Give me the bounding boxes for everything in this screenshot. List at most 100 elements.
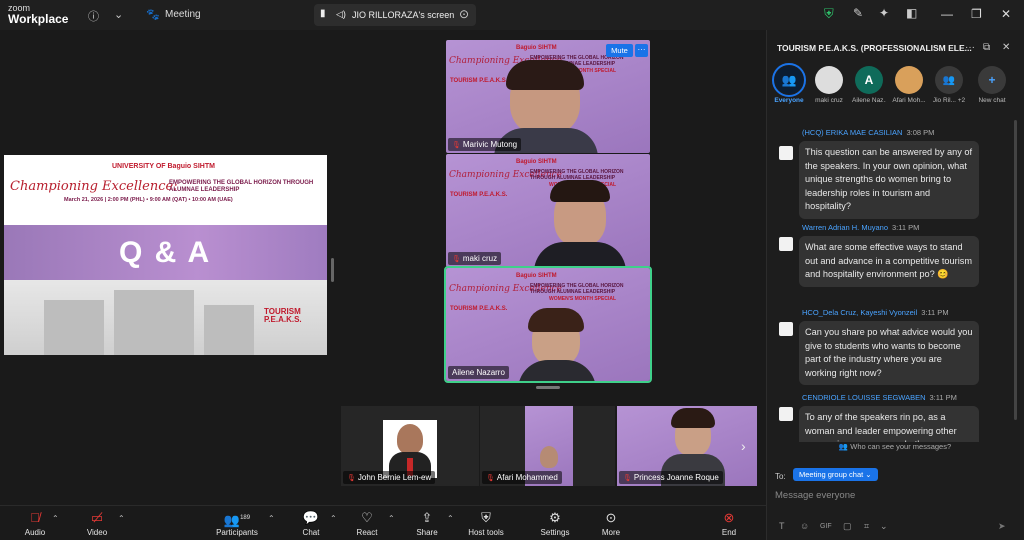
recipient-everyone[interactable]: 👥 Everyone: [772, 63, 806, 104]
slide-date: March 21, 2026 | 2:00 PM (PHL) • 9:00 AM…: [64, 197, 233, 203]
settings-button[interactable]: ⚙ Settings: [538, 510, 572, 537]
meeting-label: Meeting: [165, 9, 201, 20]
more-icon: ⊙: [605, 510, 617, 525]
video-options-caret[interactable]: ⌃: [118, 514, 125, 523]
screenshot-icon[interactable]: ⌗: [864, 521, 869, 532]
audio-options-caret[interactable]: ⌃: [52, 514, 59, 523]
title-bar: zoom Workplace ⓘ ⌄ 🐾 Meeting ▮ ◁) JIO RI…: [0, 0, 1024, 30]
close-chat-icon[interactable]: ✕: [1002, 42, 1010, 53]
recipient-maki-cruz[interactable]: maki cruz: [812, 66, 846, 104]
chat-button[interactable]: 💬 Chat: [296, 510, 326, 537]
gallery-resize-handle[interactable]: [536, 386, 560, 389]
sparkle-icon[interactable]: ✦: [879, 6, 889, 20]
strip-tile-1[interactable]: 🎙 John Bernie Lem-ew: [341, 406, 479, 486]
restore-icon[interactable]: ❐: [971, 7, 982, 21]
paw-icon: 🐾: [146, 9, 160, 21]
participants-icon: 👥189: [223, 512, 251, 528]
participant-name: 🎙 Princess Joanne Roque: [619, 471, 723, 484]
screen-tab-label: JIO RILLORAZA's screen: [352, 10, 455, 20]
chat-more-icon[interactable]: ···: [965, 42, 975, 53]
participant-name: 🎙 Marivic Mutong: [448, 138, 522, 151]
meeting-toolbar: 🎙̸ Audio ⌃ ▭̸ Video ⌃ 👥189 Participants …: [0, 505, 766, 540]
info-icon[interactable]: ⓘ: [88, 8, 99, 24]
avatar: [779, 146, 793, 160]
more-button[interactable]: ⊙ More: [596, 510, 626, 537]
gif-icon[interactable]: GIF: [820, 523, 832, 530]
gear-icon: ⚙: [549, 510, 561, 525]
camera-off-icon: ▭̸: [90, 510, 104, 525]
react-button[interactable]: ♡ React: [352, 510, 382, 537]
shared-screen-tab[interactable]: ▮ ◁) JIO RILLORAZA's screen: [314, 4, 476, 26]
chat-title: TOURISM P.E.A.K.S. (PROFESSIONALISM ELE.…: [777, 43, 972, 53]
recipient-select[interactable]: Meeting group chat ⌄: [793, 468, 878, 481]
strip-tile-3[interactable]: 🎙 Princess Joanne Roque: [617, 406, 757, 486]
message-bubble: What are some effective ways to stand ou…: [799, 236, 979, 287]
shield-icon[interactable]: ⛨: [824, 6, 834, 22]
chevron-down-icon[interactable]: ⌄: [114, 8, 123, 21]
avatar: [779, 237, 793, 251]
video-button[interactable]: ▭̸ Video: [82, 510, 112, 537]
chevron-right-icon[interactable]: ›: [741, 438, 746, 454]
close-icon[interactable]: ✕: [1001, 7, 1011, 21]
mic-muted-icon: 🎙̸: [30, 510, 40, 525]
share-caret[interactable]: ⌃: [447, 514, 454, 523]
participant-name: 🎙 Afari Mohammed: [482, 471, 562, 484]
text-format-icon[interactable]: T: [779, 521, 785, 531]
heart-icon: ♡: [361, 510, 373, 525]
participants-caret[interactable]: ⌃: [268, 514, 275, 523]
react-caret[interactable]: ⌃: [388, 514, 395, 523]
recipient-afari[interactable]: Afari Moh...: [892, 66, 926, 104]
mute-button[interactable]: Mute: [606, 44, 633, 57]
plus-icon: +: [978, 66, 1006, 94]
host-tools-button[interactable]: ⛨ Host tools: [465, 510, 507, 537]
recipient-group[interactable]: 👥 Jio Ril... +2: [932, 66, 966, 104]
participants-button[interactable]: 👥189 Participants: [212, 510, 262, 537]
who-can-see-link[interactable]: 👥 Who can see your messages?: [766, 442, 1024, 451]
avatar: ▮: [320, 8, 326, 19]
share-button[interactable]: ⇪ Share: [412, 510, 442, 537]
end-button[interactable]: ⊗ End: [714, 510, 744, 537]
slide-logos: UNIVERSITY OF Baguio SIHTM: [112, 163, 215, 170]
chat-icon: 💬: [302, 510, 320, 525]
mic-off-icon: 🎙: [452, 142, 461, 149]
emoji-icon[interactable]: ☺: [800, 521, 809, 531]
send-icon[interactable]: ➤: [998, 521, 1006, 532]
pencil-icon[interactable]: ✎: [853, 6, 863, 20]
shared-slide: UNIVERSITY OF Baguio SIHTM Championing E…: [4, 155, 327, 355]
mic-off-icon: 🎙: [623, 475, 632, 482]
slide-footer: TOURISM P.E.A.K.S.: [264, 307, 302, 324]
participant-name: 🎙 maki cruz: [448, 252, 502, 265]
chat-scrollbar[interactable]: [1014, 120, 1017, 420]
resize-handle[interactable]: [331, 258, 334, 282]
share-icon: ⇪: [421, 510, 433, 525]
chat-messages[interactable]: (HCQ) ERIKA MAE CASILIAN 3:08 PM This que…: [767, 122, 1024, 442]
new-chat-button[interactable]: + New chat: [975, 66, 1009, 104]
zoom-app: zoom Workplace ⓘ ⌄ 🐾 Meeting ▮ ◁) JIO RI…: [0, 0, 1024, 540]
tile-more-button[interactable]: ···: [635, 44, 648, 57]
shield-icon: ⛨: [481, 510, 491, 525]
popout-icon[interactable]: ⧉: [983, 42, 990, 53]
slide-title: Championing Excellence:: [10, 179, 178, 194]
strip-tile-2[interactable]: 🎙 Afari Mohammed: [480, 406, 615, 486]
recipient-ailene[interactable]: A Ailene Naz...: [852, 66, 886, 104]
slide-band-text: Q & A: [119, 236, 212, 269]
slide-subtitle: EMPOWERING THE GLOBAL HORIZON THROUGH AL…: [169, 180, 314, 193]
everyone-icon: 👥: [772, 63, 806, 97]
file-icon[interactable]: ▢: [843, 521, 852, 532]
minimize-icon[interactable]: —: [941, 7, 953, 21]
speaker-icon: ◁): [336, 9, 346, 19]
chevron-down-icon[interactable]: ⌄: [880, 521, 888, 532]
avatar: [779, 407, 793, 421]
chat-caret[interactable]: ⌃: [330, 514, 337, 523]
layout-icon[interactable]: ◧: [906, 6, 917, 20]
message-bubble: To any of the speakers rin po, as a woma…: [799, 406, 979, 442]
video-tile-3-active-speaker[interactable]: Baguio SIHTM Championing Excellence EMPO…: [444, 266, 652, 383]
chat-panel: TOURISM P.E.A.K.S. (PROFESSIONALISM ELE.…: [766, 30, 1024, 540]
more-options-icon[interactable]: ⊙: [459, 7, 469, 21]
zoom-logo: zoom Workplace: [8, 3, 68, 25]
mic-off-icon: 🎙: [347, 475, 356, 482]
audio-button[interactable]: 🎙̸ Audio: [20, 510, 50, 537]
video-tile-2[interactable]: Baguio SIHTM Championing Excellence EMPO…: [446, 154, 650, 267]
message-input[interactable]: Message everyone: [775, 490, 855, 501]
participant-name: Ailene Nazarro: [448, 366, 509, 379]
